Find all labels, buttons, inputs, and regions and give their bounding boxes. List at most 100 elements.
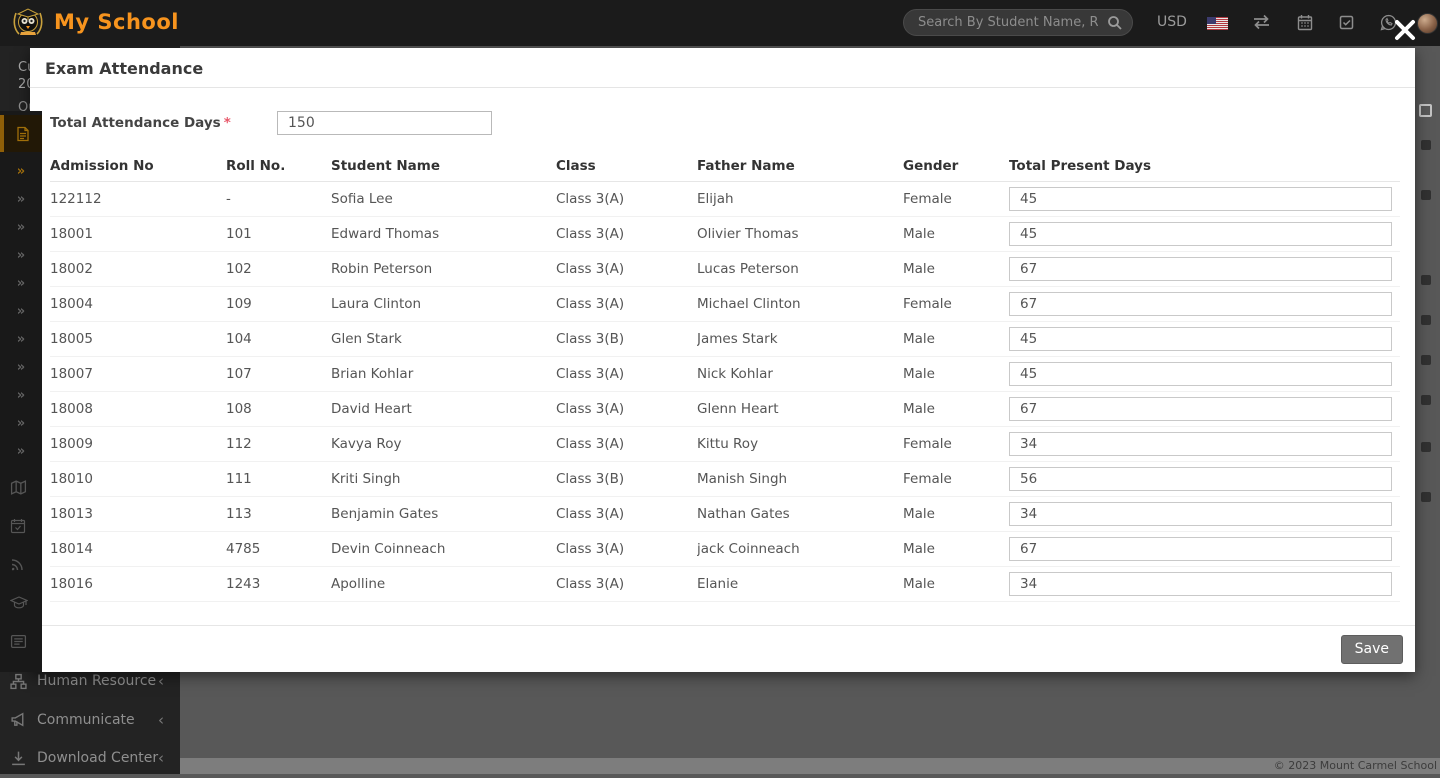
cell-father-name: Lucas Peterson bbox=[697, 252, 903, 287]
sidebar-item-feed[interactable] bbox=[0, 545, 42, 584]
present-days-input[interactable] bbox=[1009, 222, 1392, 246]
cell-gender: Female bbox=[903, 462, 1009, 497]
cell-roll-no: 112 bbox=[226, 427, 331, 462]
background-icon bbox=[1421, 355, 1431, 365]
cell-father-name: Manish Singh bbox=[697, 462, 903, 497]
cell-gender: Female bbox=[903, 182, 1009, 217]
sidebar-submenu-chevron[interactable]: » bbox=[0, 409, 42, 437]
sidebar-submenu-chevron[interactable]: » bbox=[0, 213, 42, 241]
table-header-row: Admission No Roll No. Student Name Class… bbox=[50, 148, 1400, 182]
newspaper-icon bbox=[10, 634, 27, 649]
search-input[interactable] bbox=[904, 10, 1132, 35]
sidebar-submenu-chevron[interactable]: » bbox=[0, 437, 42, 465]
sidebar-submenu-chevron[interactable]: » bbox=[0, 381, 42, 409]
sidebar-item-calendar[interactable] bbox=[0, 507, 42, 546]
present-days-input[interactable] bbox=[1009, 362, 1392, 386]
col-total-present-days: Total Present Days bbox=[1009, 148, 1400, 182]
cell-student-name: Edward Thomas bbox=[331, 217, 556, 252]
cell-roll-no: 4785 bbox=[226, 532, 331, 567]
cell-class: Class 3(A) bbox=[556, 567, 697, 602]
cell-roll-no: 1243 bbox=[226, 567, 331, 602]
sidebar-submenu-chevron[interactable]: » bbox=[0, 297, 42, 325]
chevron-left-icon: ‹ bbox=[158, 672, 164, 690]
background-icon bbox=[1421, 275, 1431, 285]
us-flag-icon[interactable] bbox=[1207, 17, 1228, 30]
cell-class: Class 3(A) bbox=[556, 357, 697, 392]
sidebar-item-academics[interactable] bbox=[0, 584, 42, 623]
close-icon[interactable] bbox=[1393, 18, 1419, 44]
sidebar-item-map[interactable] bbox=[0, 468, 42, 507]
cell-father-name: Elanie bbox=[697, 567, 903, 602]
document-icon bbox=[15, 126, 31, 142]
present-days-input[interactable] bbox=[1009, 257, 1392, 281]
search-icon[interactable] bbox=[1107, 15, 1123, 31]
background-icon bbox=[1421, 395, 1431, 405]
present-days-input[interactable] bbox=[1009, 537, 1392, 561]
cell-student-name: Brian Kohlar bbox=[331, 357, 556, 392]
total-attendance-days-label: Total Attendance Days* bbox=[50, 115, 277, 131]
cell-present-days bbox=[1009, 462, 1400, 497]
cell-father-name: jack Coinneach bbox=[697, 532, 903, 567]
exchange-icon[interactable] bbox=[1252, 14, 1271, 30]
required-marker: * bbox=[224, 115, 231, 131]
sidebar-item-communicate[interactable]: Communicate ‹ bbox=[0, 701, 180, 740]
cell-class: Class 3(B) bbox=[556, 462, 697, 497]
present-days-input[interactable] bbox=[1009, 502, 1392, 526]
sidebar-active-item[interactable] bbox=[0, 115, 42, 152]
cell-gender: Male bbox=[903, 357, 1009, 392]
sidebar-submenu-chevron[interactable]: » bbox=[0, 185, 42, 213]
cell-admission-no: 18001 bbox=[50, 217, 226, 252]
present-days-input[interactable] bbox=[1009, 187, 1392, 211]
check-square-icon[interactable] bbox=[1339, 15, 1354, 30]
rss-icon bbox=[10, 556, 26, 572]
chevron-left-icon: ‹ bbox=[158, 711, 164, 729]
table-row: 18007 107 Brian Kohlar Class 3(A) Nick K… bbox=[50, 357, 1400, 392]
cell-admission-no: 18009 bbox=[50, 427, 226, 462]
user-avatar[interactable] bbox=[1417, 13, 1438, 34]
present-days-input[interactable] bbox=[1009, 292, 1392, 316]
table-row: 18008 108 David Heart Class 3(A) Glenn H… bbox=[50, 392, 1400, 427]
table-row: 18009 112 Kavya Roy Class 3(A) Kittu Roy… bbox=[50, 427, 1400, 462]
sidebar-submenu-chevron[interactable]: » bbox=[0, 353, 42, 381]
calendar-check-icon bbox=[10, 518, 26, 534]
present-days-input[interactable] bbox=[1009, 467, 1392, 491]
table-row: 18010 111 Kriti Singh Class 3(B) Manish … bbox=[50, 462, 1400, 497]
sidebar-item-news[interactable] bbox=[0, 622, 42, 661]
present-days-input[interactable] bbox=[1009, 397, 1392, 421]
sidebar-submenu-chevron[interactable]: » bbox=[0, 269, 42, 297]
graduation-cap-icon bbox=[10, 595, 28, 611]
attendance-table: Admission No Roll No. Student Name Class… bbox=[50, 148, 1400, 602]
chevron-left-icon: ‹ bbox=[158, 749, 164, 767]
background-icon bbox=[1421, 315, 1431, 325]
calendar-icon[interactable] bbox=[1297, 14, 1313, 31]
sidebar-submenu-chevron[interactable]: » bbox=[0, 241, 42, 269]
app-logo[interactable]: My School bbox=[12, 5, 179, 39]
total-attendance-days-input[interactable] bbox=[277, 111, 492, 135]
present-days-input[interactable] bbox=[1009, 327, 1392, 351]
present-days-input[interactable] bbox=[1009, 432, 1392, 456]
megaphone-icon bbox=[10, 711, 27, 728]
cell-class: Class 3(A) bbox=[556, 427, 697, 462]
cell-present-days bbox=[1009, 182, 1400, 217]
currency-selector[interactable]: USD bbox=[1157, 14, 1187, 30]
attendance-table-body: 122112 - Sofia Lee Class 3(A) Elijah Fem… bbox=[50, 182, 1400, 602]
cell-father-name: Michael Clinton bbox=[697, 287, 903, 322]
sidebar-item-download-center[interactable]: Download Center ‹ bbox=[0, 739, 180, 778]
cell-present-days bbox=[1009, 427, 1400, 462]
present-days-input[interactable] bbox=[1009, 572, 1392, 596]
cell-student-name: David Heart bbox=[331, 392, 556, 427]
cell-present-days bbox=[1009, 497, 1400, 532]
cell-father-name: Glenn Heart bbox=[697, 392, 903, 427]
cell-admission-no: 18013 bbox=[50, 497, 226, 532]
col-student-name: Student Name bbox=[331, 148, 556, 182]
cell-student-name: Apolline bbox=[331, 567, 556, 602]
cell-admission-no: 18004 bbox=[50, 287, 226, 322]
sidebar-submenu-chevron[interactable]: » bbox=[0, 157, 42, 185]
cell-present-days bbox=[1009, 287, 1400, 322]
sidebar-submenu: »»»»»»»»»»» bbox=[0, 157, 42, 465]
sidebar-submenu-chevron[interactable]: » bbox=[0, 325, 42, 353]
save-button[interactable]: Save bbox=[1341, 635, 1403, 664]
table-row: 18013 113 Benjamin Gates Class 3(A) Nath… bbox=[50, 497, 1400, 532]
table-row: 18002 102 Robin Peterson Class 3(A) Luca… bbox=[50, 252, 1400, 287]
background-icon bbox=[1421, 140, 1431, 150]
